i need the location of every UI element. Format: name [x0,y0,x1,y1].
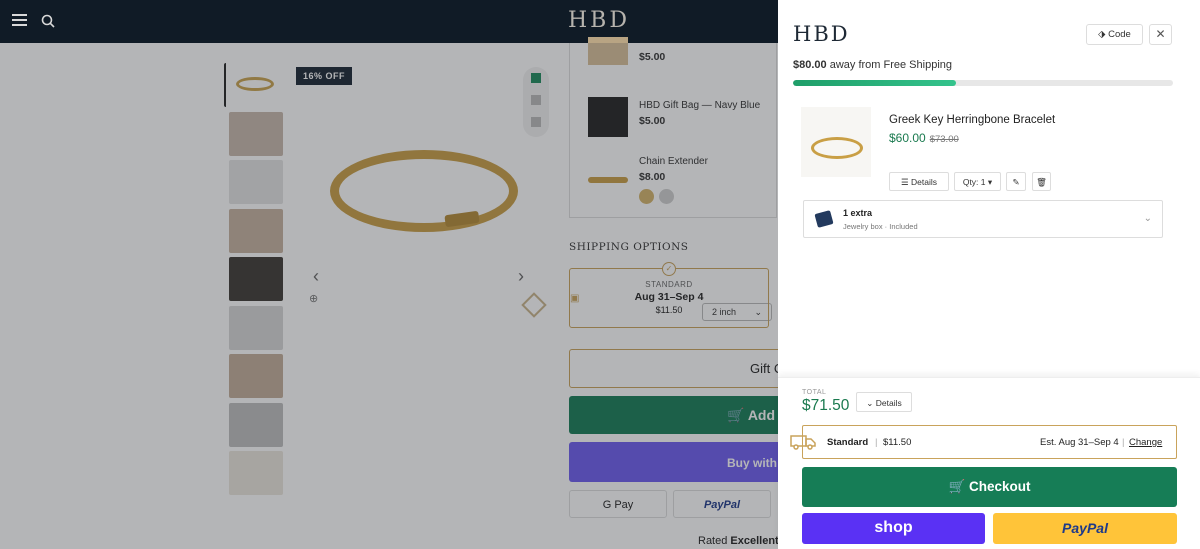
change-shipping-link[interactable]: Change [1129,437,1162,448]
drawer-backdrop[interactable] [0,43,778,549]
total-details-button[interactable]: ⌄ Details [856,392,912,412]
chevron-down-icon: ⌄ [866,398,874,408]
divider: | [875,437,878,448]
compare-price: $73.00 [929,134,959,145]
jewelry-box-icon [814,210,834,228]
cart-logo: HBD [793,22,850,46]
extras-accordion[interactable]: 1 extra Jewelry box · Included ⌄ [803,200,1163,238]
tag-icon: ⬗ [1098,29,1106,40]
shipping-method: Standard [827,437,869,448]
header-backdrop[interactable] [0,0,778,43]
shop-pay-button[interactable]: shop [802,513,985,544]
shipping-estimate: Est. Aug 31–Sep 4 [1040,437,1119,448]
total-label: TOTAL [802,389,827,396]
free-shipping-message: $80.00 away from Free Shipping [793,59,952,71]
extras-title: 1 extra [843,208,873,218]
extras-subtitle: Jewelry box · Included [843,222,918,231]
cart-footer: TOTAL $71.50 ⌄ Details Standard | $11.50… [778,377,1200,549]
shipping-summary: Standard | $11.50 Est. Aug 31–Sep 4 | Ch… [790,425,1177,459]
total-amount: $71.50 [802,397,850,414]
item-details-button[interactable]: ☰ Details [889,172,949,191]
chevron-down-icon: ⌄ [1143,213,1152,224]
shipping-cost: $11.50 [883,437,912,448]
paypal-button[interactable]: PayPal [993,513,1177,544]
cart-item-image[interactable] [801,107,871,177]
edit-icon[interactable]: ✎ [1006,172,1026,191]
free-shipping-progress [793,80,1173,86]
close-icon[interactable]: ✕ [1149,24,1172,45]
code-button[interactable]: ⬗ Code [1086,24,1143,45]
trash-icon[interactable]: 🗑 [1032,172,1051,191]
progress-fill [793,80,957,86]
cart-icon: 🛒 [948,479,966,494]
list-icon: ☰ [901,177,909,187]
quantity-select[interactable]: Qty: 1 ▾ [954,172,1001,191]
cart-item-price: $60.00 $73.00 [889,131,959,145]
truck-icon [790,435,816,450]
cart-item-name[interactable]: Greek Key Herringbone Bracelet [889,114,1055,126]
divider: | [1122,437,1125,448]
checkout-button[interactable]: 🛒 Checkout [802,467,1177,507]
